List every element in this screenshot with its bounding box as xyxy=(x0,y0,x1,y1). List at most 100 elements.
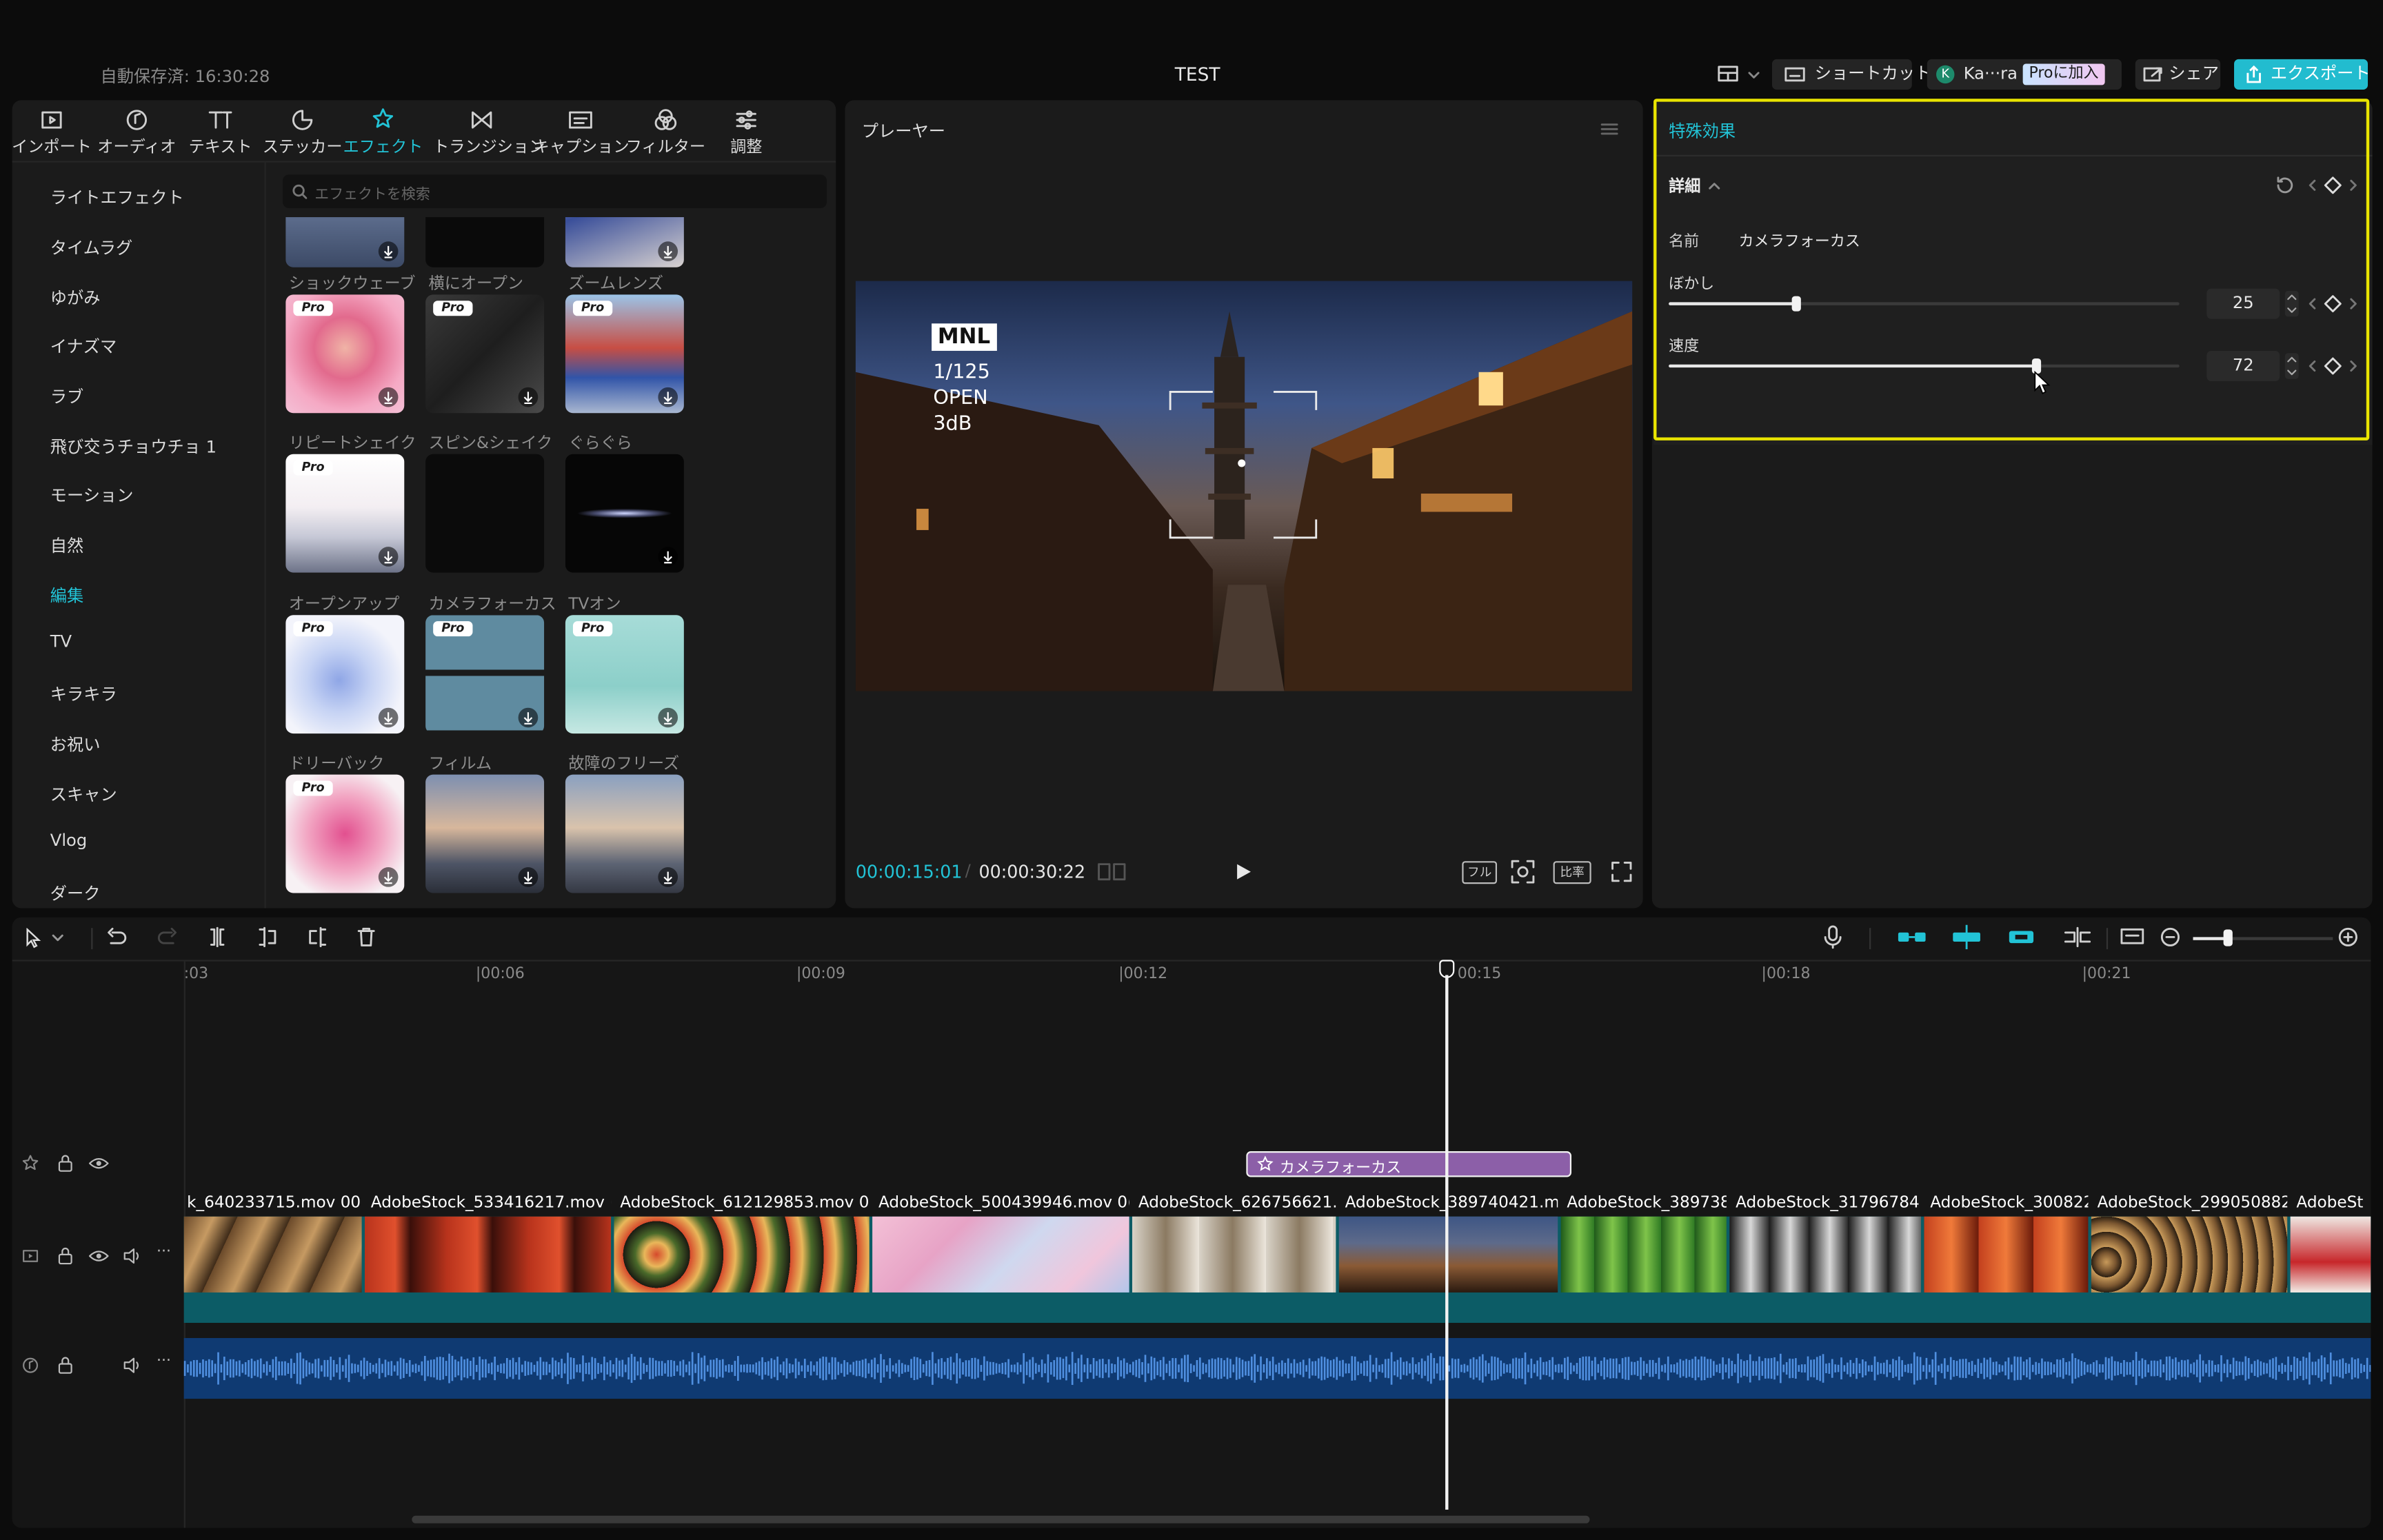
trim-right-icon[interactable] xyxy=(307,926,328,948)
video-clip[interactable]: AdobeStock_500439946.mov 0( xyxy=(872,1193,1129,1299)
category-item[interactable]: イナズマ xyxy=(50,334,117,358)
video-clip[interactable]: AdobeStock_612129853.mov 0 xyxy=(614,1193,869,1299)
category-item[interactable]: スキャン xyxy=(50,782,117,807)
speaker-icon[interactable] xyxy=(121,1247,143,1265)
effect-tile[interactable]: Pro xyxy=(285,615,405,734)
download-icon xyxy=(518,387,539,407)
video-clip[interactable]: AdobeStock_389738 xyxy=(1560,1193,1727,1299)
video-clip[interactable]: AdobeStock_31796784 xyxy=(1729,1193,1921,1299)
audio-clip[interactable] xyxy=(183,1338,2371,1399)
playhead[interactable] xyxy=(1439,960,1455,1510)
effect-label: 横にオープン xyxy=(428,274,524,294)
tool-import[interactable]: インポート xyxy=(12,103,94,156)
zoom-slider-handle[interactable] xyxy=(2223,929,2233,946)
video-clip[interactable]: AdobeStock_626756621.r xyxy=(1132,1193,1336,1299)
export-button[interactable]: エクスポート xyxy=(2234,59,2371,90)
full-quality-button[interactable]: フル xyxy=(1462,861,1498,884)
effect-tile[interactable] xyxy=(565,774,684,893)
preview-axis-icon[interactable] xyxy=(2062,926,2093,948)
trim-left-icon[interactable] xyxy=(257,926,278,948)
video-clip[interactable]: AdobeStock_533416217.mov ( xyxy=(364,1193,612,1299)
delete-icon[interactable] xyxy=(356,926,377,948)
more-options-icon[interactable]: ··· xyxy=(157,1244,171,1260)
effect-tile[interactable]: Pro xyxy=(565,615,684,734)
video-clip[interactable]: AdobeSt xyxy=(2290,1193,2371,1299)
video-preview[interactable]: MNL 1/125 OPEN 3dB xyxy=(855,281,1633,691)
tool-audio[interactable]: オーディオ xyxy=(94,103,179,156)
lock-icon[interactable] xyxy=(57,1154,74,1172)
category-item[interactable]: Vlog xyxy=(50,831,88,851)
undo-icon[interactable] xyxy=(106,926,128,948)
frames-icon[interactable] xyxy=(1097,861,1127,882)
speaker-icon[interactable] xyxy=(121,1356,143,1374)
tool-effect[interactable]: エフェクト xyxy=(341,103,425,156)
effect-search-input[interactable]: エフェクトを検索 xyxy=(282,174,827,208)
redo-icon[interactable] xyxy=(157,926,178,948)
zoom-fit-icon[interactable] xyxy=(1511,860,1535,884)
effect-tile[interactable] xyxy=(565,217,684,267)
current-time: 00:00:15:01 xyxy=(855,861,963,883)
effect-tile[interactable] xyxy=(285,217,405,267)
video-clip[interactable]: AdobeStock_300822 xyxy=(1924,1193,2089,1299)
effect-tile[interactable]: Pro xyxy=(285,294,405,414)
linkage-icon[interactable] xyxy=(2006,926,2036,948)
category-item[interactable]: タイムラグ xyxy=(50,235,133,259)
tool-filter[interactable]: フィルター xyxy=(623,103,708,156)
auto-snap-icon[interactable] xyxy=(1951,924,1982,951)
lock-icon[interactable] xyxy=(57,1356,74,1374)
effect-tile[interactable]: Pro xyxy=(425,294,545,414)
category-item[interactable]: 自然 xyxy=(50,533,83,557)
select-tool-icon[interactable] xyxy=(24,928,67,949)
category-item[interactable]: ダーク xyxy=(50,881,101,905)
microphone-icon[interactable] xyxy=(1822,925,1844,949)
tool-adjust[interactable]: 調整 xyxy=(703,103,788,156)
effect-tile[interactable] xyxy=(425,217,545,267)
lock-icon[interactable] xyxy=(57,1247,74,1265)
effect-tile[interactable]: Pro xyxy=(285,454,405,573)
visibility-icon[interactable] xyxy=(88,1154,110,1172)
effect-tile[interactable] xyxy=(425,774,545,893)
more-options-icon[interactable]: ··· xyxy=(157,1353,171,1370)
zoom-out-icon[interactable] xyxy=(2160,926,2181,948)
effect-tile[interactable]: Pro xyxy=(565,294,684,414)
account-button[interactable]: K Ka···ra Proに加入 xyxy=(1927,59,2122,90)
category-item-active[interactable]: 編集 xyxy=(50,583,83,607)
effect-tile[interactable] xyxy=(565,454,684,573)
thumbnail-settings-icon[interactable] xyxy=(2119,925,2146,949)
visibility-icon[interactable] xyxy=(88,1247,110,1265)
category-item[interactable]: モーション xyxy=(50,483,134,507)
play-icon[interactable] xyxy=(1233,861,1254,882)
category-item[interactable]: キラキラ xyxy=(50,682,117,706)
timeline-ruler[interactable]: :03 |00:06 |00:09 |00:12 00:15 |00:18 |0… xyxy=(184,962,2371,992)
tool-transition[interactable]: トランジション xyxy=(433,103,545,156)
category-item[interactable]: 飛び交うチョウチョ 1 xyxy=(50,434,217,458)
timeline-zoom-slider[interactable] xyxy=(2193,929,2333,946)
track-area: カメラフォーカス k_640233715.mov 00 AdobeStock_5… xyxy=(183,960,2371,1528)
tool-sticker[interactable]: ステッカー xyxy=(260,103,345,156)
category-item[interactable]: ラブ xyxy=(50,384,83,408)
video-clip[interactable]: AdobeStock_299050882 xyxy=(2091,1193,2288,1299)
category-item[interactable]: TV xyxy=(50,632,72,652)
pro-subscribe-badge[interactable]: Proに加入 xyxy=(2022,63,2105,85)
shortcut-button[interactable]: ショートカット xyxy=(1771,59,1931,90)
effect-tile[interactable]: Pro xyxy=(425,615,545,734)
main-track-magnet-icon[interactable] xyxy=(1897,926,1927,948)
video-clip[interactable]: k_640233715.mov 00 xyxy=(183,1193,362,1299)
category-item[interactable]: お祝い xyxy=(50,732,101,756)
zoom-in-icon[interactable] xyxy=(2337,926,2359,948)
aspect-ratio-button[interactable]: 比率 xyxy=(1553,861,1591,884)
effect-clip[interactable]: カメラフォーカス xyxy=(1246,1151,1572,1177)
split-icon[interactable] xyxy=(207,926,228,948)
fullscreen-icon[interactable] xyxy=(1609,860,1633,884)
layout-menu-button[interactable] xyxy=(1714,62,1766,86)
category-item[interactable]: ゆがみ xyxy=(50,285,101,310)
timeline-scrollbar[interactable] xyxy=(412,1515,1590,1523)
effect-label: カメラフォーカス xyxy=(428,595,556,614)
category-item[interactable]: ライトエフェクト xyxy=(50,185,184,210)
menu-icon[interactable] xyxy=(1599,120,1620,138)
effect-tile[interactable]: Pro xyxy=(285,774,405,893)
tool-caption[interactable]: キャプション xyxy=(534,103,629,156)
share-button[interactable]: シェア xyxy=(2135,59,2221,90)
effect-tile[interactable] xyxy=(425,454,545,573)
tool-text[interactable]: テキスト xyxy=(178,103,263,156)
